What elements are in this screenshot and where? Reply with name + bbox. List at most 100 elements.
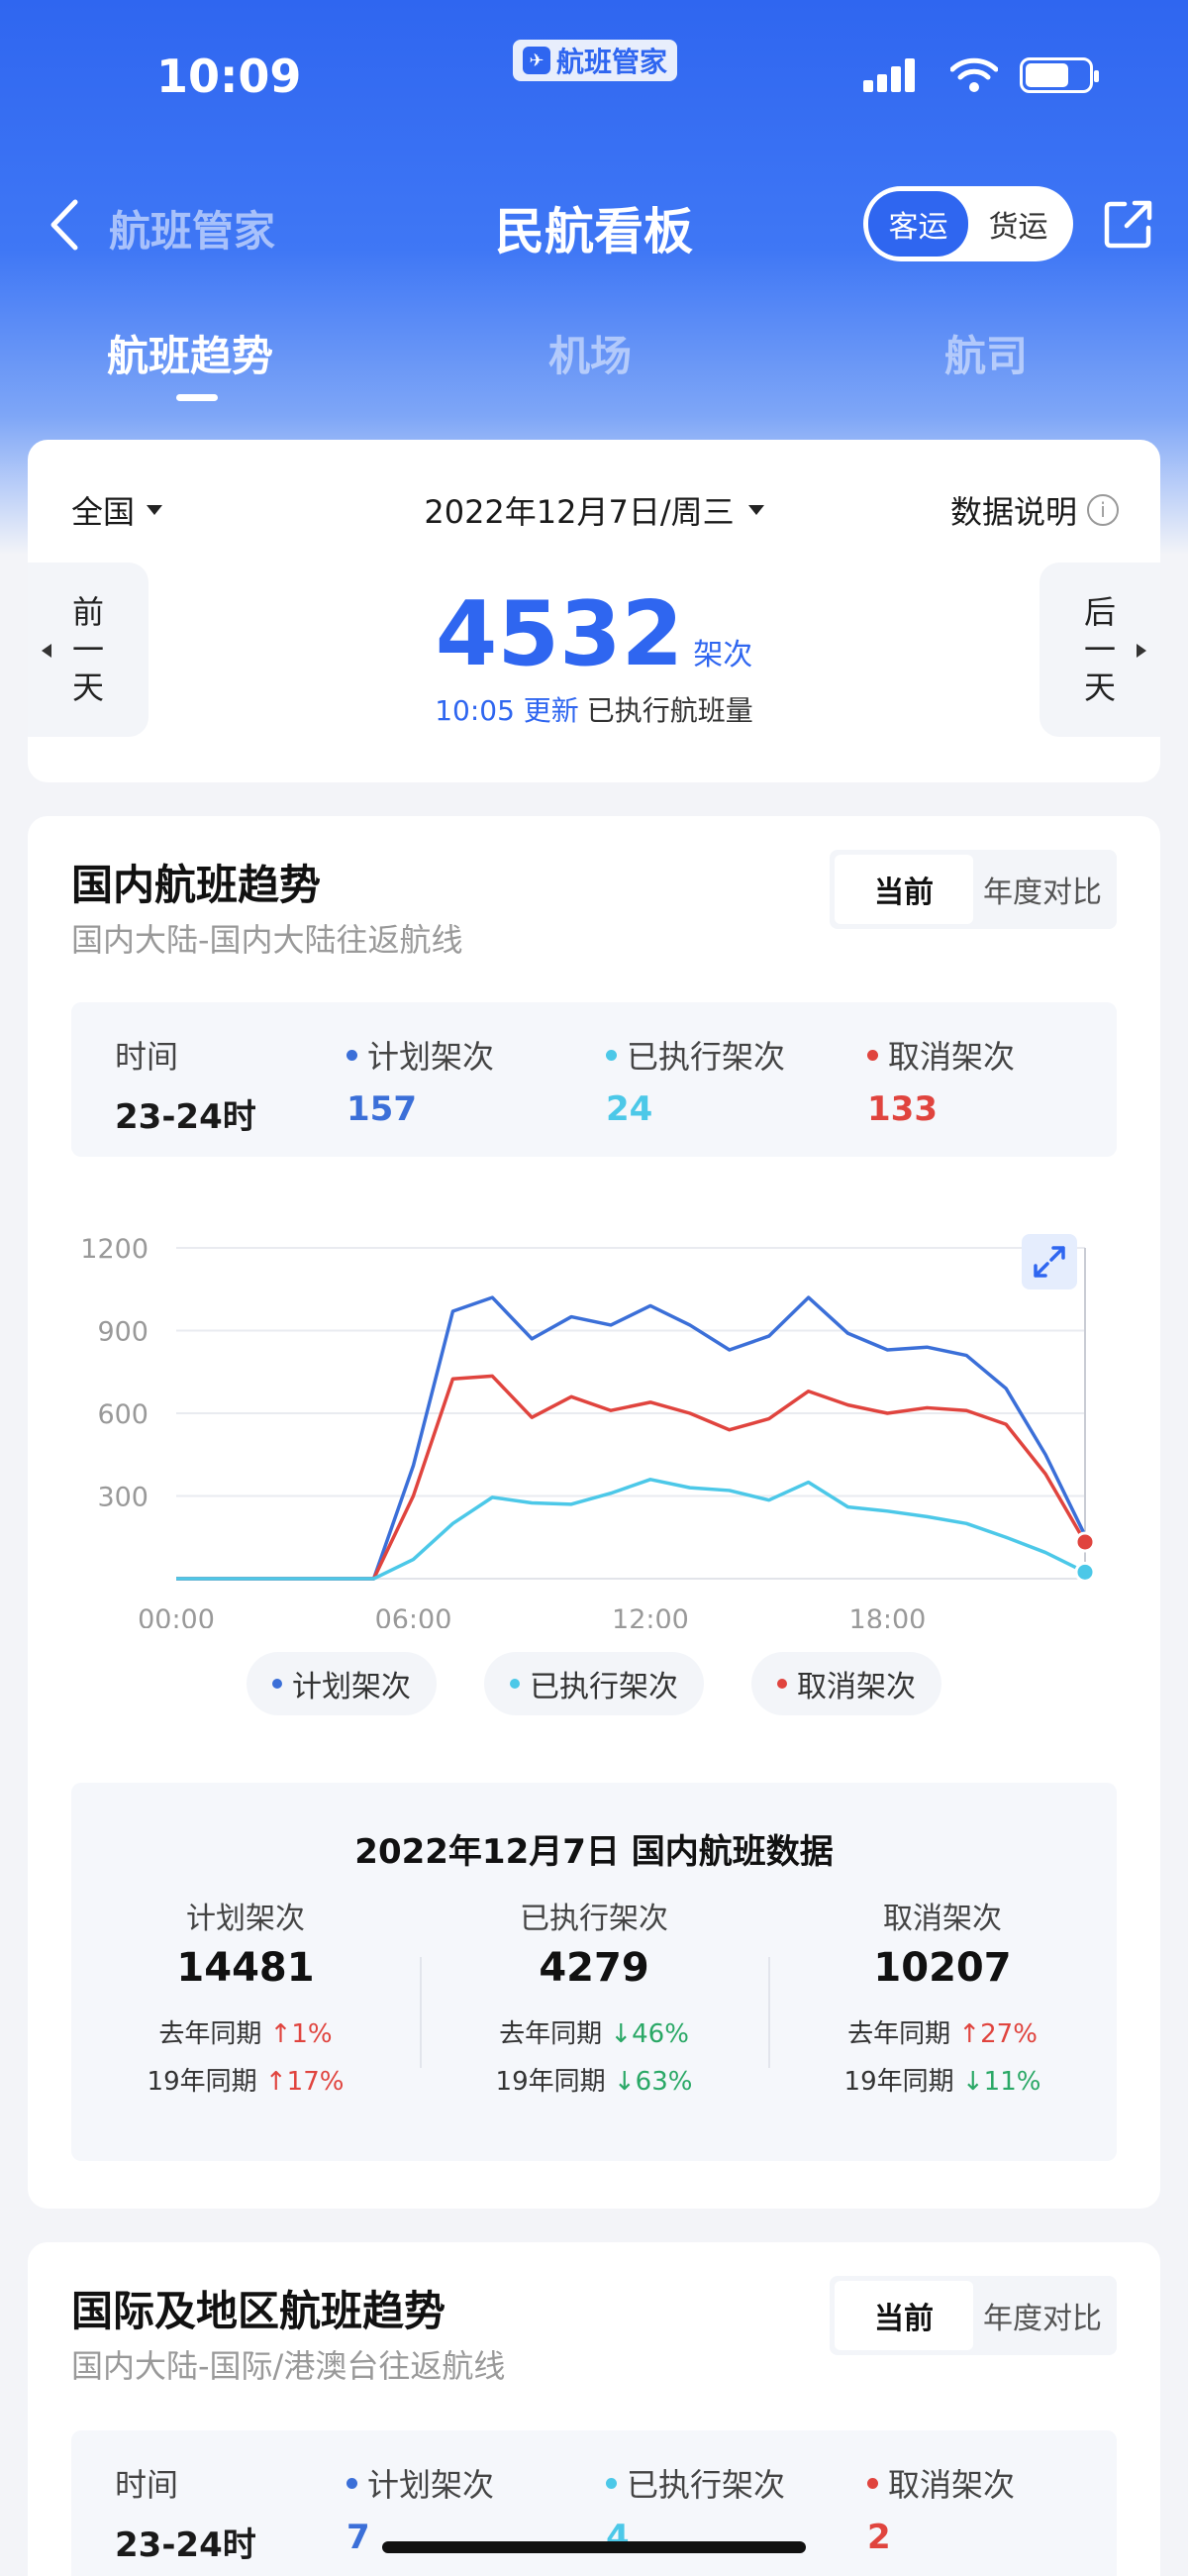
date-value: 2022年12月7日/周三 <box>424 493 735 531</box>
plane-logo-icon: ✈ <box>522 47 550 74</box>
stat-value: 2 <box>867 2518 891 2557</box>
tab-airport[interactable]: 机场 <box>548 323 632 383</box>
compare-value: ↑1% <box>269 2019 333 2049</box>
series-line <box>176 1374 1087 1581</box>
status-icons <box>863 57 1099 93</box>
back-chevron-icon[interactable] <box>46 198 85 252</box>
legend-executed[interactable]: 已执行架次 <box>484 1652 704 1715</box>
summary-planned: 计划架次 14481 去年同期 ↑1% 19年同期 ↑17% <box>71 1894 420 2106</box>
stat-time: 时间 23-24时 <box>115 2460 256 2566</box>
summary-value: 4279 <box>539 1945 649 1991</box>
tab-flight-trend[interactable]: 航班趋势 <box>107 323 273 383</box>
summary-value: 10207 <box>873 1945 1012 1991</box>
stat-label-text: 已执行架次 <box>627 2466 786 2504</box>
info-icon: i <box>1087 494 1119 526</box>
view-current[interactable]: 当前 <box>835 855 973 924</box>
dot-icon <box>606 1049 617 1061</box>
next-day-char: 天 <box>1083 669 1116 706</box>
summary-label: 计划架次 <box>186 1902 305 1936</box>
view-toggle: 当前 年度对比 <box>830 2276 1117 2355</box>
legend-planned[interactable]: 计划架次 <box>247 1652 437 1715</box>
summary-cancelled: 取消架次 10207 去年同期 ↑27% 19年同期 ↓11% <box>768 1894 1117 2106</box>
view-yoy[interactable]: 年度对比 <box>973 855 1112 924</box>
section-title: 国内航班趋势 <box>71 861 322 909</box>
app-badge: ✈ 航班管家 <box>513 40 677 81</box>
summary-title: 2022年12月7日 国内航班数据 <box>354 1832 834 1872</box>
signal-icon <box>863 58 929 92</box>
compare-label: 19年同期 <box>843 2067 954 2097</box>
stat-label: 时间 <box>115 2466 179 2504</box>
international-trend-card: 国际及地区航班趋势 国内大陆-国际/港澳台往返航线 当前 年度对比 时间 23-… <box>28 2242 1160 2576</box>
stat-value: 23-24时 <box>115 2525 256 2565</box>
compare-label: 19年同期 <box>495 2067 606 2097</box>
status-time: 10:09 <box>156 50 302 103</box>
x-tick-label: 06:00 <box>375 1604 452 1628</box>
section-subtitle: 国内大陆-国内大陆往返航线 <box>71 921 463 959</box>
triangle-right-icon <box>1137 644 1146 658</box>
chart-legend: 计划架次 已执行架次 取消架次 <box>28 1652 1160 1715</box>
mode-passenger[interactable]: 客运 <box>868 191 968 257</box>
y-tick-label: 900 <box>97 1317 148 1348</box>
stat-value: 24 <box>606 1089 653 1129</box>
compare-value: ↓11% <box>961 2067 1041 2097</box>
compare-label: 19年同期 <box>147 2067 257 2097</box>
compare-value: ↓46% <box>610 2019 689 2049</box>
data-note-link[interactable]: 数据说明 i <box>950 487 1119 533</box>
x-tick-label: 12:00 <box>612 1604 689 1628</box>
summary-card: 全国 2022年12月7日/周三 数据说明 i 前 一 天 4532 架次 10… <box>28 440 1160 782</box>
executed-count-number: 4532 <box>435 582 684 686</box>
stat-label-text: 计划架次 <box>367 2466 495 2504</box>
stat-label: 计划架次 <box>346 2460 494 2506</box>
x-tick-label: 00:00 <box>138 1604 215 1628</box>
tab-airline[interactable]: 航司 <box>944 323 1028 383</box>
update-line: 10:05 更新 已执行航班量 <box>28 689 1160 729</box>
stat-label: 取消架次 <box>867 1032 1015 1078</box>
share-icon[interactable] <box>1103 198 1154 250</box>
stat-label: 计划架次 <box>346 1032 494 1078</box>
compare-value: ↓63% <box>613 2067 693 2097</box>
update-time: 10:05 更新 <box>435 694 579 727</box>
update-desc: 已执行航班量 <box>586 694 753 727</box>
next-day-char: 一 <box>1083 631 1116 669</box>
mode-cargo[interactable]: 货运 <box>968 191 1068 257</box>
next-day-button[interactable]: 后 一 天 <box>1040 563 1160 737</box>
executed-count: 4532 架次 <box>28 582 1160 686</box>
home-indicator <box>382 2541 806 2553</box>
dot-icon <box>606 2477 617 2489</box>
summary-label: 取消架次 <box>883 1902 1002 1936</box>
wifi-icon <box>950 57 998 92</box>
dot-icon <box>867 2477 878 2489</box>
expand-chart-button[interactable] <box>1022 1234 1077 1289</box>
back-label[interactable]: 航班管家 <box>109 198 275 258</box>
summary-value: 14481 <box>176 1945 315 1991</box>
dot-icon <box>346 1049 357 1061</box>
stat-value: 23-24时 <box>115 1097 256 1137</box>
view-yoy[interactable]: 年度对比 <box>973 2281 1112 2350</box>
caret-down-icon <box>747 505 764 515</box>
battery-icon <box>1020 57 1099 93</box>
executed-count-unit: 架次 <box>693 638 753 672</box>
dot-icon <box>272 1679 282 1689</box>
series-end-point <box>1074 1561 1096 1583</box>
domestic-trend-chart[interactable]: 300 600 900 1200 00:00 06:00 12:00 18:00 <box>28 1192 1160 1628</box>
compare-label: 去年同期 <box>847 2019 951 2049</box>
hover-stat-box: 时间 23-24时 计划架次 157 已执行架次 24 取消架次 133 <box>71 1002 1117 1157</box>
legend-cancelled[interactable]: 取消架次 <box>751 1652 941 1715</box>
series-end-point <box>1074 1531 1096 1553</box>
dot-icon <box>346 2477 357 2489</box>
domestic-trend-card: 国内航班趋势 国内大陆-国内大陆往返航线 当前 年度对比 时间 23-24时 计… <box>28 816 1160 2209</box>
stat-label-text: 已执行架次 <box>627 1038 786 1076</box>
summary-executed: 已执行架次 4279 去年同期 ↓46% 19年同期 ↓63% <box>420 1894 768 2106</box>
summary-compare: 去年同期 ↑27% 19年同期 ↓11% <box>768 2010 1117 2106</box>
dot-icon <box>867 1049 878 1061</box>
stat-value: 133 <box>867 1089 938 1129</box>
y-tick-label: 600 <box>97 1399 148 1430</box>
summary-compare: 去年同期 ↑1% 19年同期 ↑17% <box>71 2010 420 2106</box>
stat-label-text: 取消架次 <box>888 2466 1016 2504</box>
mode-toggle: 客运 货运 <box>863 186 1073 261</box>
view-current[interactable]: 当前 <box>835 2281 973 2350</box>
legend-label: 已执行架次 <box>530 1670 678 1704</box>
stat-label-text: 计划架次 <box>367 1038 495 1076</box>
view-toggle: 当前 年度对比 <box>830 850 1117 929</box>
daily-summary-box: 2022年12月7日 国内航班数据 计划架次 14481 去年同期 ↑1% 19… <box>71 1783 1117 2161</box>
